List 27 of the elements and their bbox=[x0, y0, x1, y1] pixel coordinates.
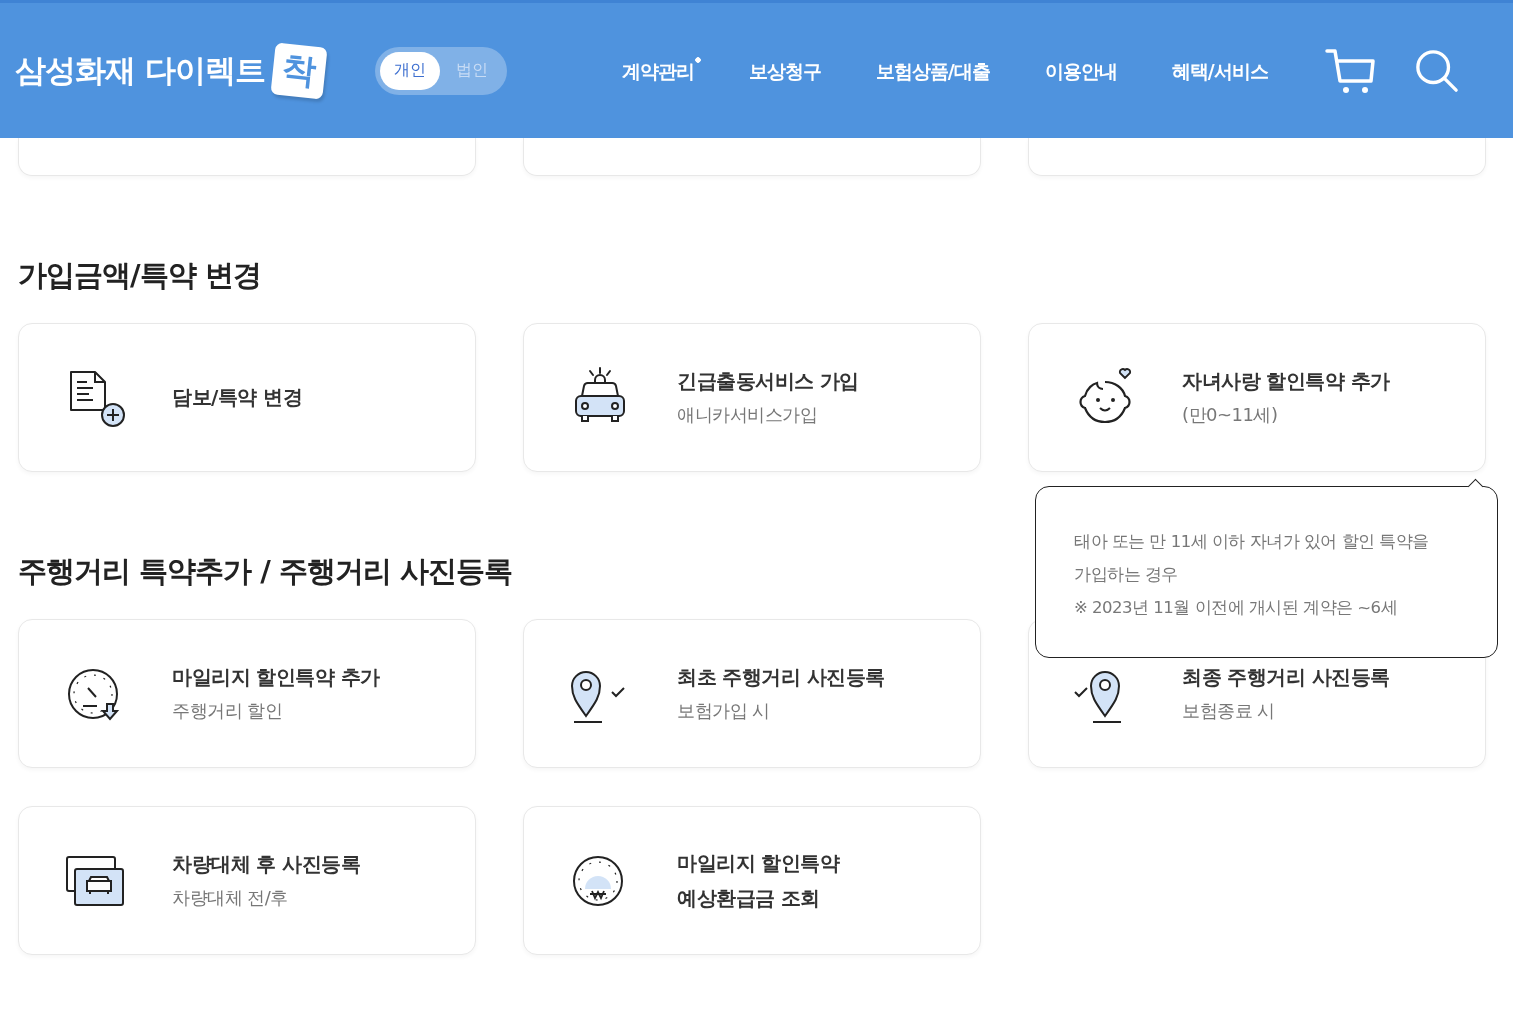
tooltip-text: 태아 또는 만 11세 이하 자녀가 있어 할인 특약을 가입하는 경우 bbox=[1074, 531, 1430, 586]
section-title: 가입금액/특약 변경 bbox=[18, 257, 261, 293]
menu-card[interactable]: 마일리지 할인특약 추가 주행거리 할인 bbox=[18, 619, 476, 768]
menu-card[interactable]: 담보/특약 변경 bbox=[18, 323, 476, 472]
section-title: 주행거리 특약추가 / 주행거리 사진등록 bbox=[18, 553, 512, 589]
card-subtitle: 보험종료 시 bbox=[1182, 699, 1276, 723]
card-subtitle: 주행거리 할인 bbox=[172, 699, 284, 723]
tooltip-text: ※ 2023년 11월 이전에 개시된 계약은 ~6세 bbox=[1074, 597, 1399, 619]
card-title: 마일리지 할인특약 추가 bbox=[172, 664, 380, 691]
card-title: 차량대체 후 사진등록 bbox=[172, 851, 361, 878]
card-title: 긴급출동서비스 가입 bbox=[677, 368, 859, 395]
menu-card[interactable]: 차량대체 후 사진등록 차량대체 전/후 bbox=[18, 806, 476, 955]
card-title: 자녀사랑 할인특약 추가 bbox=[1182, 368, 1390, 395]
card-title: 마일리지 할인특약 예상환급금 조회 bbox=[677, 849, 840, 912]
card-subtitle: (만0~11세) bbox=[1182, 403, 1279, 427]
card-title: 담보/특약 변경 bbox=[172, 384, 303, 411]
menu-card[interactable]: 마일리지 할인특약 예상환급금 조회 bbox=[523, 806, 981, 955]
menu-card[interactable]: 긴급출동서비스 가입 애니카서비스가입 bbox=[523, 323, 981, 472]
card-subtitle: 차량대체 전/후 bbox=[172, 886, 289, 910]
card-subtitle: 보험가입 시 bbox=[677, 699, 771, 723]
menu-card[interactable]: 최초 주행거리 사진등록 보험가입 시 bbox=[523, 619, 981, 768]
card-subtitle: 애니카서비스가입 bbox=[677, 403, 818, 427]
toggle-option[interactable]: 개인 bbox=[379, 51, 440, 90]
card-title: 최초 주행거리 사진등록 bbox=[677, 664, 885, 691]
logo-badge: 착 bbox=[270, 41, 328, 100]
card-title: 최종 주행거리 사진등록 bbox=[1182, 664, 1390, 691]
menu-card[interactable]: 자녀사랑 할인특약 추가 (만0~11세) bbox=[1028, 323, 1486, 472]
